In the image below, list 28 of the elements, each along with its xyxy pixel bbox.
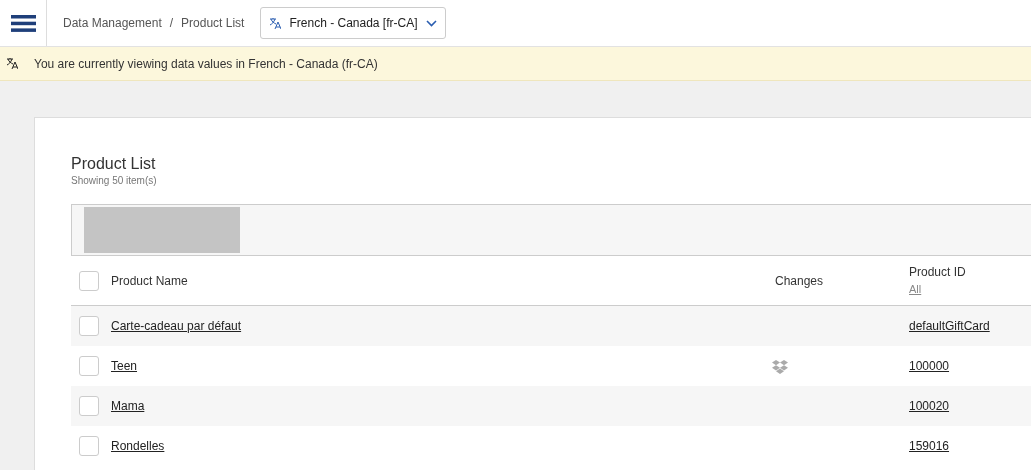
checkbox[interactable]	[79, 436, 99, 457]
checkbox[interactable]	[79, 316, 99, 337]
item-count: Showing 50 item(s)	[71, 174, 158, 189]
product-id-link[interactable]: 100000	[909, 359, 950, 374]
filter-link[interactable]: All	[909, 281, 966, 298]
column-header[interactable]: Changes	[775, 273, 824, 288]
product-id-link[interactable]: 100020	[909, 399, 950, 414]
translate-icon	[6, 57, 18, 70]
chevron-down-icon	[425, 19, 437, 27]
panel-title: Product List	[71, 154, 157, 174]
banner-text: You are currently viewing data values in French - Canada (fr-CA)	[34, 55, 378, 73]
product-link[interactable]: Rondelles	[111, 439, 165, 454]
menu-icon	[10, 15, 36, 33]
column-header[interactable]: Product Name	[111, 273, 188, 288]
breadcrumb-link[interactable]: Data Management	[63, 14, 162, 32]
product-id-link[interactable]: 159016	[909, 439, 950, 454]
locale-select[interactable]: French - Canada [fr-CA]	[260, 7, 446, 39]
breadcrumb-separator: /	[169, 15, 174, 32]
checkbox[interactable]	[79, 270, 99, 291]
translate-icon	[269, 16, 282, 30]
product-link[interactable]: Carte-cadeau par défaut	[111, 319, 242, 334]
checkbox[interactable]	[79, 396, 99, 417]
column-header[interactable]: Product ID	[909, 263, 966, 282]
product-link[interactable]: Teen	[111, 359, 138, 374]
checkbox[interactable]	[79, 356, 99, 377]
product-id-link[interactable]: defaultGiftCard	[909, 319, 990, 334]
breadcrumb-link[interactable]: Product List	[181, 14, 245, 32]
product-link[interactable]: Mama	[111, 399, 145, 414]
